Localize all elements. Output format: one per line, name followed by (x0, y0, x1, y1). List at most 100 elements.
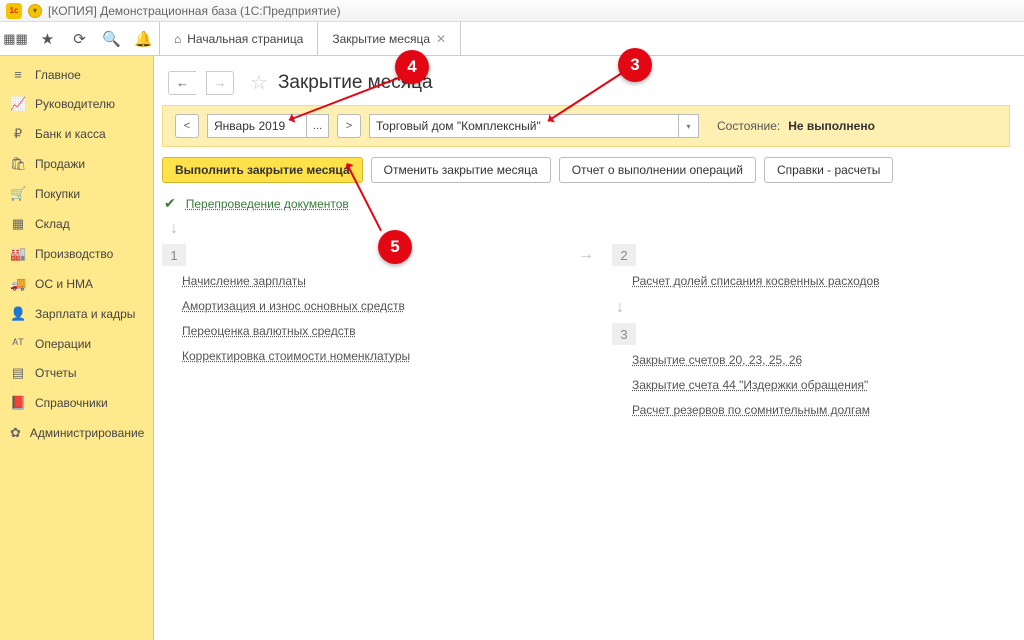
sidebar: ≡ Главное 📈 Руководителю ₽ Банк и касса 🛍 Пр… (0, 56, 154, 640)
report-icon: ▤ (10, 365, 26, 381)
operation-link[interactable]: Начисление зарплаты (182, 274, 560, 288)
sidebar-item-bank[interactable]: ₽ Банк и касса (0, 119, 153, 149)
check-icon: ✔ (164, 195, 176, 212)
sidebar-item-label: Отчеты (35, 366, 76, 380)
home-icon: ⌂ (174, 32, 181, 46)
apps-icon[interactable]: ▦▦ (0, 22, 32, 55)
sidebar-item-label: Администрирование (30, 426, 144, 440)
period-value: Январь 2019 (214, 119, 285, 133)
cancel-button-label: Отменить закрытие месяца (384, 163, 538, 177)
favorite-star-icon[interactable]: ☆ (250, 70, 268, 95)
operation-link[interactable]: Корректировка стоимости номенклатуры (182, 349, 560, 363)
sidebar-item-hr[interactable]: 👤 Зарплата и кадры (0, 299, 153, 329)
tab-home-label: Начальная страница (187, 32, 303, 46)
operation-link[interactable]: Расчет резервов по сомнительным долгам (632, 403, 1010, 417)
sidebar-item-admin[interactable]: ✿ Администрирование (0, 418, 153, 448)
organization-value: Торговый дом "Комплексный" (376, 119, 541, 133)
state-value: Не выполнено (788, 119, 875, 133)
sidebar-item-assets[interactable]: 🚚ОС и НМА (0, 269, 153, 299)
sidebar-item-warehouse[interactable]: ▦ Склад (0, 209, 153, 239)
person-icon: 👤 (10, 306, 26, 322)
nav-forward-button[interactable]: → (206, 71, 234, 95)
window-title: [КОПИЯ] Демонстрационная база (1С:Предпр… (48, 4, 341, 18)
sidebar-item-label: Покупки (35, 187, 80, 201)
sidebar-item-label: Справочники (35, 396, 108, 410)
grid-icon: ▦ (10, 216, 26, 232)
sidebar-item-label: Операции (35, 337, 91, 351)
truck-icon: 🚚 (10, 276, 26, 292)
gear-icon: ✿ (10, 425, 21, 441)
annotation-3-badge: 3 (618, 48, 652, 82)
steps-container: 1 Начисление зарплаты Амортизация и изно… (162, 244, 1010, 428)
execute-button[interactable]: Выполнить закрытие месяца (162, 157, 363, 183)
state-label: Состояние: (717, 119, 780, 133)
step-1-badge: 1 (162, 244, 186, 266)
nav-back-button[interactable]: ← (168, 71, 196, 95)
step-3-badge: 3 (612, 323, 636, 345)
sidebar-item-label: Руководителю (35, 97, 115, 111)
history-icon[interactable]: ⟳ (64, 22, 96, 55)
app-logo: 1c (6, 3, 22, 19)
sidebar-item-label: Главное (35, 68, 81, 82)
references-button[interactable]: Справки - расчеты (764, 157, 893, 183)
execute-button-label: Выполнить закрытие месяца (175, 163, 350, 177)
sidebar-item-manager[interactable]: 📈 Руководителю (0, 89, 153, 119)
book-icon: 📕 (10, 395, 26, 411)
menu-icon: ≡ (10, 67, 26, 82)
period-input[interactable]: Январь 2019 … (207, 114, 329, 138)
operation-link[interactable]: Амортизация и износ основных средств (182, 299, 560, 313)
bell-icon[interactable]: 🔔 (128, 22, 160, 55)
annotation-5-badge: 5 (378, 230, 412, 264)
titlebar-menu-chevron[interactable]: ▾ (28, 4, 42, 18)
operation-link[interactable]: Закрытие счета 44 "Издержки обращения" (632, 378, 1010, 392)
sidebar-item-label: Склад (35, 217, 70, 231)
close-icon[interactable]: ✕ (436, 32, 446, 46)
tab-home[interactable]: ⌂ Начальная страница (160, 22, 318, 55)
sidebar-item-production[interactable]: 🏭 Производство (0, 239, 153, 269)
sidebar-item-sales[interactable]: 🛍 Продажи (0, 149, 153, 179)
period-prev-button[interactable]: < (175, 114, 199, 138)
annotation-4-badge: 4 (395, 50, 429, 84)
content-area: ← → ☆ Закрытие месяца < Январь 2019 … > … (154, 56, 1024, 640)
ops-icon: ᴬᵀ (10, 336, 26, 351)
cart-icon: 🛒 (10, 186, 26, 202)
sidebar-item-label: Продажи (35, 157, 85, 171)
sidebar-item-operations[interactable]: ᴬᵀ Операции (0, 329, 153, 358)
operation-link[interactable]: Переоценка валютных средств (182, 324, 560, 338)
tab-current[interactable]: Закрытие месяца ✕ (318, 22, 461, 55)
step-1-column: 1 Начисление зарплаты Амортизация и изно… (162, 244, 560, 428)
reprocessing-row: ✔ Перепроведение документов (164, 195, 1010, 212)
action-bar: Выполнить закрытие месяца Отменить закры… (162, 157, 1010, 183)
chart-icon: 📈 (10, 96, 26, 112)
global-toolbar: ▦▦ ★ ⟳ 🔍 🔔 ⌂ Начальная страница Закрытие… (0, 22, 1024, 56)
ruble-icon: ₽ (10, 126, 26, 142)
search-icon[interactable]: 🔍 (96, 22, 128, 55)
factory-icon: 🏭 (10, 246, 26, 262)
sidebar-item-main[interactable]: ≡ Главное (0, 60, 153, 89)
organization-dropdown-icon[interactable]: ▾ (678, 115, 698, 137)
flow-arrow-down-icon: ↓ (616, 299, 1010, 317)
report-button[interactable]: Отчет о выполнении операций (559, 157, 756, 183)
window-titlebar: 1c ▾ [КОПИЯ] Демонстрационная база (1С:П… (0, 0, 1024, 22)
bag-icon: 🛍 (10, 156, 26, 172)
sidebar-item-reports[interactable]: ▤ Отчеты (0, 358, 153, 388)
period-next-button[interactable]: > (337, 114, 361, 138)
sidebar-item-label: Зарплата и кадры (35, 307, 135, 321)
tab-current-label: Закрытие месяца (332, 32, 430, 46)
references-button-label: Справки - расчеты (777, 163, 880, 177)
sidebar-item-label: Банк и касса (35, 127, 106, 141)
organization-input[interactable]: Торговый дом "Комплексный" ▾ (369, 114, 699, 138)
reprocessing-link[interactable]: Перепроведение документов (186, 197, 349, 211)
sidebar-item-purchases[interactable]: 🛒 Покупки (0, 179, 153, 209)
step-2-badge: 2 (612, 244, 636, 266)
cancel-button[interactable]: Отменить закрытие месяца (371, 157, 551, 183)
operation-link[interactable]: Расчет долей списания косвенных расходов (632, 274, 1010, 288)
sidebar-item-references[interactable]: 📕 Справочники (0, 388, 153, 418)
favorite-icon[interactable]: ★ (32, 22, 64, 55)
step-2-3-column: 2 Расчет долей списания косвенных расход… (612, 244, 1010, 428)
period-picker-button[interactable]: … (306, 115, 328, 137)
flow-arrow-down-icon: ↓ (170, 220, 1024, 238)
flow-arrow-right-icon: → (578, 246, 594, 264)
operation-link[interactable]: Закрытие счетов 20, 23, 25, 26 (632, 353, 1010, 367)
sidebar-item-label: Производство (35, 247, 113, 261)
